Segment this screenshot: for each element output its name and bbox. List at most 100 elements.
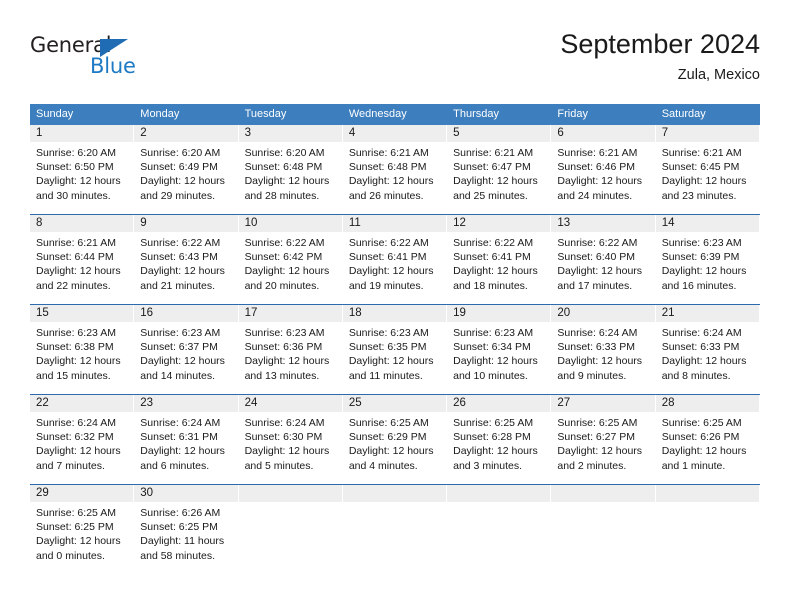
day-details: Sunrise: 6:23 AM Sunset: 6:35 PM Dayligh… bbox=[343, 322, 447, 383]
day-cell[interactable]: 19 Sunrise: 6:23 AM Sunset: 6:34 PM Dayl… bbox=[447, 304, 552, 395]
sunrise-text: Sunrise: 6:25 AM bbox=[348, 417, 429, 429]
sunset-text: Sunset: 6:25 PM bbox=[36, 521, 114, 534]
sunset-text: Sunset: 6:36 PM bbox=[244, 341, 323, 354]
day-number: 24 bbox=[238, 395, 343, 412]
day-cell[interactable]: 14 Sunrise: 6:23 AM Sunset: 6:39 PM Dayl… bbox=[655, 214, 760, 305]
sunset-text: Sunset: 6:44 PM bbox=[36, 251, 114, 264]
day-details: Sunrise: 6:23 AM Sunset: 6:34 PM Dayligh… bbox=[447, 322, 551, 383]
day-number bbox=[447, 485, 552, 502]
day-cell[interactable]: 10 Sunrise: 6:22 AM Sunset: 6:42 PM Dayl… bbox=[238, 214, 343, 305]
day-cell[interactable]: 17 Sunrise: 6:23 AM Sunset: 6:36 PM Dayl… bbox=[238, 304, 343, 395]
sunrise-text: Sunrise: 6:23 AM bbox=[661, 237, 742, 249]
day-cell[interactable]: 12 Sunrise: 6:22 AM Sunset: 6:41 PM Dayl… bbox=[447, 214, 552, 305]
day-cell[interactable]: 1 Sunrise: 6:20 AM Sunset: 6:50 PM Dayli… bbox=[30, 125, 135, 215]
sunset-text: Sunset: 6:34 PM bbox=[453, 341, 531, 354]
day-cell[interactable]: 8 Sunrise: 6:21 AM Sunset: 6:44 PM Dayli… bbox=[30, 214, 135, 305]
daylight-text-line2: and 23 minutes. bbox=[661, 189, 737, 202]
day-number: 8 bbox=[30, 215, 135, 232]
day-cell[interactable]: 5 Sunrise: 6:21 AM Sunset: 6:47 PM Dayli… bbox=[447, 125, 552, 215]
general-blue-logo[interactable]: General Blue bbox=[30, 28, 170, 86]
day-details: Sunrise: 6:24 AM Sunset: 6:33 PM Dayligh… bbox=[656, 322, 760, 383]
daylight-text-line1: Daylight: 12 hours bbox=[140, 445, 225, 458]
daylight-text-line2: and 26 minutes. bbox=[348, 189, 424, 202]
sunset-text: Sunset: 6:33 PM bbox=[661, 341, 740, 354]
day-number: 22 bbox=[30, 395, 135, 412]
daylight-text-line2: and 28 minutes. bbox=[244, 189, 320, 202]
sunrise-text: Sunrise: 6:25 AM bbox=[453, 417, 534, 429]
sunset-text: Sunset: 6:35 PM bbox=[348, 341, 427, 354]
day-cell[interactable]: 23 Sunrise: 6:24 AM Sunset: 6:31 PM Dayl… bbox=[134, 394, 239, 485]
weekday-header-sunday: Sunday bbox=[30, 104, 135, 125]
sunset-text: Sunset: 6:49 PM bbox=[140, 161, 218, 174]
day-details: Sunrise: 6:22 AM Sunset: 6:42 PM Dayligh… bbox=[239, 232, 343, 293]
day-number: 10 bbox=[238, 215, 343, 232]
day-number: 4 bbox=[342, 125, 448, 142]
sunset-text: Sunset: 6:41 PM bbox=[348, 251, 427, 264]
daylight-text-line2: and 2 minutes. bbox=[557, 459, 627, 472]
day-cell[interactable]: 13 Sunrise: 6:22 AM Sunset: 6:40 PM Dayl… bbox=[551, 214, 656, 305]
sunset-text: Sunset: 6:46 PM bbox=[557, 161, 636, 174]
daylight-text-line2: and 29 minutes. bbox=[140, 189, 215, 202]
day-cell[interactable]: 9 Sunrise: 6:22 AM Sunset: 6:43 PM Dayli… bbox=[134, 214, 239, 305]
day-number: 1 bbox=[30, 125, 135, 142]
day-details bbox=[239, 502, 343, 506]
day-cell[interactable]: 30 Sunrise: 6:26 AM Sunset: 6:25 PM Dayl… bbox=[134, 484, 239, 574]
day-cell[interactable]: 22 Sunrise: 6:24 AM Sunset: 6:32 PM Dayl… bbox=[30, 394, 135, 485]
day-cell[interactable]: 2 Sunrise: 6:20 AM Sunset: 6:49 PM Dayli… bbox=[134, 125, 239, 215]
day-details: Sunrise: 6:25 AM Sunset: 6:25 PM Dayligh… bbox=[30, 502, 134, 563]
sunrise-text: Sunrise: 6:22 AM bbox=[140, 237, 221, 249]
daylight-text-line2: and 10 minutes. bbox=[453, 369, 528, 382]
daylight-text-line1: Daylight: 12 hours bbox=[453, 355, 538, 368]
daylight-text-line1: Daylight: 12 hours bbox=[453, 175, 538, 188]
day-details: Sunrise: 6:24 AM Sunset: 6:30 PM Dayligh… bbox=[239, 412, 343, 473]
day-cell[interactable]: 27 Sunrise: 6:25 AM Sunset: 6:27 PM Dayl… bbox=[551, 394, 656, 485]
day-details: Sunrise: 6:20 AM Sunset: 6:48 PM Dayligh… bbox=[239, 142, 343, 203]
day-cell[interactable]: 16 Sunrise: 6:23 AM Sunset: 6:37 PM Dayl… bbox=[134, 304, 239, 395]
day-number: 11 bbox=[342, 215, 448, 232]
sunrise-text: Sunrise: 6:26 AM bbox=[140, 507, 221, 519]
sunrise-text: Sunrise: 6:21 AM bbox=[36, 237, 116, 249]
day-cell bbox=[655, 484, 760, 574]
weekday-header-wednesday: Wednesday bbox=[342, 104, 448, 125]
day-details: Sunrise: 6:22 AM Sunset: 6:40 PM Dayligh… bbox=[551, 232, 655, 293]
sunrise-text: Sunrise: 6:24 AM bbox=[557, 327, 638, 339]
day-cell[interactable]: 26 Sunrise: 6:25 AM Sunset: 6:28 PM Dayl… bbox=[447, 394, 552, 485]
sunset-text: Sunset: 6:28 PM bbox=[453, 431, 531, 444]
day-number: 16 bbox=[134, 305, 239, 322]
day-cell[interactable]: 7 Sunrise: 6:21 AM Sunset: 6:45 PM Dayli… bbox=[655, 125, 760, 215]
day-cell[interactable]: 15 Sunrise: 6:23 AM Sunset: 6:38 PM Dayl… bbox=[30, 304, 135, 395]
day-cell[interactable]: 25 Sunrise: 6:25 AM Sunset: 6:29 PM Dayl… bbox=[342, 394, 448, 485]
daylight-text-line2: and 7 minutes. bbox=[36, 459, 105, 472]
daylight-text-line1: Daylight: 12 hours bbox=[557, 265, 643, 278]
day-cell[interactable]: 4 Sunrise: 6:21 AM Sunset: 6:48 PM Dayli… bbox=[342, 125, 448, 215]
daylight-text-line1: Daylight: 12 hours bbox=[244, 445, 330, 458]
day-details: Sunrise: 6:21 AM Sunset: 6:48 PM Dayligh… bbox=[343, 142, 447, 203]
day-cell[interactable]: 6 Sunrise: 6:21 AM Sunset: 6:46 PM Dayli… bbox=[551, 125, 656, 215]
sunset-text: Sunset: 6:50 PM bbox=[36, 161, 114, 174]
day-details: Sunrise: 6:21 AM Sunset: 6:46 PM Dayligh… bbox=[551, 142, 655, 203]
day-details bbox=[551, 502, 655, 506]
day-details: Sunrise: 6:25 AM Sunset: 6:29 PM Dayligh… bbox=[343, 412, 447, 473]
daylight-text-line2: and 3 minutes. bbox=[453, 459, 523, 472]
day-cell[interactable]: 11 Sunrise: 6:22 AM Sunset: 6:41 PM Dayl… bbox=[342, 214, 448, 305]
daylight-text-line2: and 6 minutes. bbox=[140, 459, 210, 472]
daylight-text-line2: and 17 minutes. bbox=[557, 279, 633, 292]
daylight-text-line2: and 13 minutes. bbox=[244, 369, 320, 382]
day-cell[interactable]: 29 Sunrise: 6:25 AM Sunset: 6:25 PM Dayl… bbox=[30, 484, 135, 574]
day-cell[interactable]: 28 Sunrise: 6:25 AM Sunset: 6:26 PM Dayl… bbox=[655, 394, 760, 485]
sunset-text: Sunset: 6:29 PM bbox=[348, 431, 427, 444]
day-details: Sunrise: 6:22 AM Sunset: 6:43 PM Dayligh… bbox=[134, 232, 238, 293]
day-cell[interactable]: 3 Sunrise: 6:20 AM Sunset: 6:48 PM Dayli… bbox=[238, 125, 343, 215]
day-cell[interactable]: 20 Sunrise: 6:24 AM Sunset: 6:33 PM Dayl… bbox=[551, 304, 656, 395]
day-cell[interactable]: 21 Sunrise: 6:24 AM Sunset: 6:33 PM Dayl… bbox=[655, 304, 760, 395]
sunrise-text: Sunrise: 6:21 AM bbox=[453, 147, 534, 159]
daylight-text-line1: Daylight: 12 hours bbox=[36, 535, 121, 548]
day-cell[interactable]: 18 Sunrise: 6:23 AM Sunset: 6:35 PM Dayl… bbox=[342, 304, 448, 395]
week-row: 29 Sunrise: 6:25 AM Sunset: 6:25 PM Dayl… bbox=[30, 484, 760, 574]
day-number: 9 bbox=[134, 215, 239, 232]
day-cell[interactable]: 24 Sunrise: 6:24 AM Sunset: 6:30 PM Dayl… bbox=[238, 394, 343, 485]
sunset-text: Sunset: 6:41 PM bbox=[453, 251, 531, 264]
sunrise-text: Sunrise: 6:23 AM bbox=[453, 327, 534, 339]
sunrise-text: Sunrise: 6:25 AM bbox=[557, 417, 638, 429]
daylight-text-line2: and 58 minutes. bbox=[140, 549, 215, 562]
